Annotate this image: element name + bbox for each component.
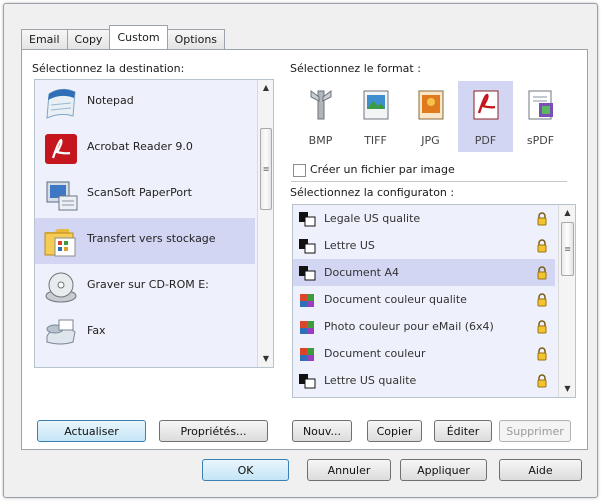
one-file-per-image-label: Créer un fichier par image	[310, 163, 455, 176]
destination-label: Sélectionnez la destination:	[32, 62, 185, 75]
config-item-label: Document couleur	[324, 347, 426, 360]
delete-config-button[interactable]: Supprimer	[499, 420, 571, 442]
format-selector: BMP TIFF JPG PDF sPDF	[293, 81, 570, 152]
cancel-button[interactable]: Annuler	[307, 459, 391, 481]
destination-item-label: ScanSoft PaperPort	[87, 186, 192, 199]
one-file-per-image-checkbox[interactable]	[293, 164, 306, 177]
format-name: TIFF	[364, 134, 387, 147]
tab-options[interactable]: Options	[166, 29, 226, 49]
fax-icon	[46, 319, 76, 345]
config-item-document-couleur[interactable]: Document couleur	[293, 340, 555, 367]
format-name: BMP	[308, 134, 333, 147]
config-item-document-a4[interactable]: Document A4	[293, 259, 555, 286]
format-spdf[interactable]: sPDF	[513, 81, 568, 152]
lock-icon	[537, 265, 547, 279]
notepad-icon	[46, 88, 76, 119]
destination-item-label: Fax	[87, 324, 106, 337]
destination-scrollbar[interactable]: ▲ ≡ ▼	[257, 80, 273, 367]
destination-item-label: Graver sur CD-ROM E:	[87, 278, 209, 291]
configuration-list[interactable]: Legale US qualite Lettre US Document A4 …	[292, 204, 576, 398]
config-item-label: Photo couleur pour eMail (6x4)	[324, 320, 494, 333]
format-jpg[interactable]: JPG	[403, 81, 458, 152]
destination-item-cd-rom[interactable]: Graver sur CD-ROM E:	[35, 264, 255, 310]
configuration-label: Sélectionnez la configuraton :	[290, 186, 455, 199]
config-item-lettre-us[interactable]: Lettre US	[293, 232, 555, 259]
spdf-format-icon	[528, 90, 553, 120]
destination-item-label: Notepad	[87, 94, 134, 107]
ok-button[interactable]: OK	[202, 459, 289, 481]
destination-item-fax[interactable]: Fax	[35, 310, 255, 356]
scroll-down-arrow-icon[interactable]: ▼	[559, 381, 575, 397]
copy-config-button[interactable]: Copier	[367, 420, 422, 442]
tab-email[interactable]: Email	[21, 29, 68, 49]
properties-button[interactable]: Propriétés...	[159, 420, 268, 442]
format-name: JPG	[421, 134, 440, 147]
jpg-format-icon	[418, 90, 444, 120]
color-doc-icon	[300, 347, 314, 361]
config-item-lettre-us-qualite[interactable]: Lettre US qualite	[293, 367, 555, 394]
tab-copy[interactable]: Copy	[66, 29, 111, 49]
scroll-down-arrow-icon[interactable]: ▼	[258, 351, 273, 367]
scroll-grip-icon: ≡	[564, 244, 571, 254]
config-item-label: Document A4	[324, 266, 400, 279]
config-item-label: Lettre US	[324, 239, 375, 252]
lock-icon	[537, 211, 547, 225]
pdf-format-icon	[473, 90, 499, 120]
lock-icon	[537, 373, 547, 387]
config-item-legale-us-qualite[interactable]: Legale US qualite	[293, 205, 555, 232]
destination-item-label: Transfert vers stockage	[87, 232, 216, 245]
color-doc-icon	[300, 293, 314, 307]
lock-icon	[537, 319, 547, 333]
scroll-thumb[interactable]: ≡	[561, 222, 574, 276]
format-bmp[interactable]: BMP	[293, 81, 348, 152]
format-tiff[interactable]: TIFF	[348, 81, 403, 152]
config-item-label: Document couleur qualite	[324, 293, 467, 306]
format-pdf[interactable]: PDF	[458, 81, 513, 152]
format-separator	[291, 181, 567, 182]
bw-doc-icon	[299, 373, 316, 388]
apply-button[interactable]: Appliquer	[400, 459, 487, 481]
destination-item-label: Acrobat Reader 9.0	[87, 140, 193, 153]
destination-item-transfert-stockage[interactable]: Transfert vers stockage	[35, 218, 255, 264]
config-item-label: Lettre US qualite	[324, 374, 417, 387]
acrobat-icon	[45, 134, 77, 164]
custom-tab-panel: Sélectionnez la destination: Notepad Acr…	[21, 49, 588, 450]
config-item-label: Legale US qualite	[324, 212, 421, 225]
destination-item-notepad[interactable]: Notepad	[35, 80, 255, 126]
destination-list[interactable]: Notepad Acrobat Reader 9.0 ScanSoft Pape…	[34, 79, 274, 368]
scroll-thumb[interactable]: ≡	[260, 128, 272, 210]
tab-custom[interactable]: Custom	[109, 25, 168, 49]
format-name: sPDF	[526, 134, 555, 147]
color-doc-icon	[300, 320, 314, 334]
lock-icon	[537, 238, 547, 252]
scroll-up-arrow-icon[interactable]: ▲	[559, 205, 575, 221]
lock-icon	[537, 346, 547, 360]
new-config-button[interactable]: Nouv...	[292, 420, 352, 442]
destination-item-acrobat[interactable]: Acrobat Reader 9.0	[35, 126, 255, 172]
format-label: Sélectionnez le format :	[290, 62, 421, 75]
cd-rom-icon	[45, 272, 77, 303]
format-name: PDF	[474, 134, 497, 147]
tiff-format-icon	[363, 90, 389, 120]
config-item-document-couleur-qualite[interactable]: Document couleur qualite	[293, 286, 555, 313]
scroll-grip-icon: ≡	[262, 164, 270, 174]
dialog-window: Email Copy Custom Options Sélectionnez l…	[3, 3, 598, 498]
bw-doc-icon	[299, 265, 316, 280]
edit-config-button[interactable]: Éditer	[434, 420, 492, 442]
lock-icon	[537, 292, 547, 306]
bw-doc-icon	[299, 238, 316, 253]
help-button[interactable]: Aide	[499, 459, 582, 481]
tab-bar: Email Copy Custom Options	[21, 25, 226, 49]
paperport-icon	[46, 181, 78, 211]
destination-item-paperport[interactable]: ScanSoft PaperPort	[35, 172, 255, 218]
configuration-scrollbar[interactable]: ▲ ≡ ▼	[558, 205, 575, 397]
bmp-format-icon	[310, 90, 332, 120]
bw-doc-icon	[299, 211, 316, 226]
config-item-photo-couleur-email[interactable]: Photo couleur pour eMail (6x4)	[293, 313, 555, 340]
folder-transfer-icon	[44, 229, 76, 257]
refresh-button[interactable]: Actualiser	[37, 420, 146, 442]
scroll-up-arrow-icon[interactable]: ▲	[258, 80, 273, 96]
